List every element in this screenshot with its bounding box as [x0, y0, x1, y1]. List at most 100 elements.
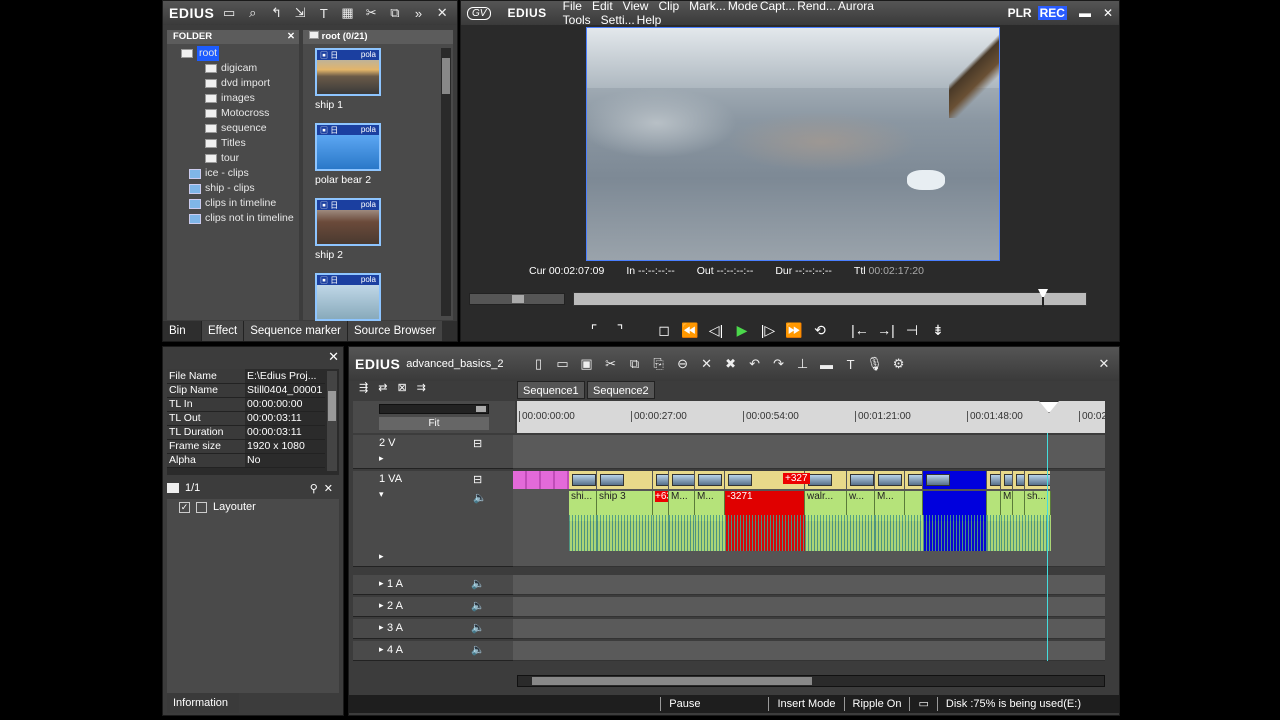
scroll-thumb[interactable]	[442, 58, 450, 94]
stop-icon[interactable]: ◻	[651, 319, 677, 341]
snap-icon[interactable]: ⇉	[417, 381, 426, 399]
razor-icon[interactable]: ⊥	[794, 355, 812, 373]
checkbox-icon[interactable]: ✓	[179, 501, 190, 513]
bin-clip[interactable]: ▣ 日 pola ship 1	[315, 48, 453, 113]
zoom-fit[interactable]: Fit	[379, 417, 489, 430]
menu-item[interactable]: Mode	[728, 0, 758, 13]
prev-edit-icon[interactable]: |←	[847, 319, 873, 341]
video-clip[interactable]	[875, 471, 905, 489]
video-clip[interactable]	[1013, 471, 1025, 489]
track-lock-icon[interactable]: ⊟	[473, 437, 482, 450]
folder-item[interactable]: clips in timeline	[167, 196, 299, 211]
minimize-icon[interactable]: ▬	[1079, 6, 1091, 20]
close-icon[interactable]: ✕	[1103, 6, 1113, 20]
play-icon[interactable]: ▶	[729, 319, 755, 341]
layout-icon[interactable]: ⚲	[310, 482, 318, 495]
delete-icon[interactable]: ✕	[324, 482, 333, 495]
set-out-icon[interactable]: ⌝	[607, 319, 633, 341]
video-clip[interactable]	[1001, 471, 1013, 489]
step-forward-icon[interactable]: |▷	[755, 319, 781, 341]
track-header-audio[interactable]: ▸ 1 A 🔈	[353, 575, 515, 595]
set-in-icon[interactable]: ⌜	[581, 319, 607, 341]
video-clip[interactable]	[987, 471, 1001, 489]
menu-item[interactable]: View	[623, 0, 649, 13]
lane-1va[interactable]: +327 shi...ship 3+63M...M...-3271walr...…	[513, 471, 1105, 567]
cut-icon[interactable]: ✂	[362, 4, 380, 22]
ripple-icon[interactable]: ▬	[818, 355, 836, 373]
lane-audio[interactable]	[513, 597, 1105, 617]
insert-icon[interactable]: ⊣	[899, 319, 925, 341]
video-clip[interactable]	[805, 471, 847, 489]
track-header-audio[interactable]: ▸ 4 A 🔈	[353, 641, 515, 661]
timeline-ruler[interactable]: 00:00:00:00 00:00:27:00 00:00:54:00 00:01:2…	[517, 401, 1105, 433]
undo-icon[interactable]: ↶	[746, 355, 764, 373]
video-clip[interactable]	[905, 471, 923, 489]
expand-icon[interactable]: ▸	[379, 600, 384, 611]
sequence-tab[interactable]: Sequence2	[587, 381, 655, 399]
still-clips[interactable]	[513, 471, 569, 489]
video-clip[interactable]	[923, 471, 987, 489]
menu-item[interactable]: Mark...	[689, 0, 726, 13]
track-header-1va[interactable]: 1 VA ⊟ 🔈 ▾ ▸	[353, 471, 515, 567]
mic-icon[interactable]: 🎙	[866, 355, 884, 373]
up-folder-icon[interactable]: ↰	[268, 4, 286, 22]
step-back-icon[interactable]: ◁|	[703, 319, 729, 341]
expand-icon[interactable]: ▸	[379, 453, 384, 464]
folder-item[interactable]: images	[167, 91, 299, 106]
folder-item[interactable]: sequence	[167, 121, 299, 136]
menu-item[interactable]: Rend...	[797, 0, 836, 13]
sync-icon[interactable]: ⇄	[378, 381, 387, 399]
video-clip[interactable]	[653, 471, 669, 489]
bin-tab[interactable]: Source Browser	[346, 321, 442, 341]
lane-2v[interactable]	[513, 435, 1105, 469]
lane-audio[interactable]	[513, 619, 1105, 639]
video-clip[interactable]	[597, 471, 653, 489]
folder-item[interactable]: ship - clips	[167, 181, 299, 196]
video-clip[interactable]	[569, 471, 597, 489]
position-bar[interactable]	[573, 289, 1087, 307]
plr-button[interactable]: PLR	[1008, 6, 1032, 20]
expand-icon[interactable]: ▸	[379, 578, 384, 589]
fast-forward-icon[interactable]: ⏩	[781, 319, 807, 341]
link-icon[interactable]: ⊖	[674, 355, 692, 373]
rewind-icon[interactable]: ⏪	[677, 319, 703, 341]
video-clip[interactable]	[669, 471, 695, 489]
video-clip[interactable]	[847, 471, 875, 489]
bin-tab[interactable]: Bin	[163, 321, 201, 341]
props-scrollbar[interactable]	[327, 371, 337, 471]
add-color-bars-icon[interactable]: ▦	[339, 4, 357, 22]
paste-icon[interactable]: ⎘	[650, 355, 668, 373]
timeline-hscroll[interactable]	[517, 675, 1105, 687]
bin-tab[interactable]: Sequence marker	[243, 321, 347, 341]
shuttle-slider[interactable]	[469, 293, 565, 305]
expand-icon[interactable]: ▾	[379, 489, 384, 500]
speaker-icon[interactable]: 🔈	[471, 577, 485, 590]
info-tab[interactable]: Information	[167, 693, 239, 713]
menu-item[interactable]: Clip	[658, 0, 679, 13]
folder-item[interactable]: Motocross	[167, 106, 299, 121]
zoom-slider[interactable]	[379, 404, 489, 414]
more-icon[interactable]: »	[410, 4, 428, 22]
next-edit-icon[interactable]: →|	[873, 319, 899, 341]
copy-icon[interactable]: ⧉	[386, 4, 404, 22]
folder-item[interactable]: tour	[167, 151, 299, 166]
menu-item[interactable]: Edit	[592, 0, 613, 13]
lane-audio[interactable]	[513, 641, 1105, 661]
menu-item[interactable]: Capt...	[760, 0, 795, 13]
mode-icon[interactable]: ⇶	[359, 381, 368, 399]
group-icon[interactable]: ⊠	[397, 381, 406, 399]
hscroll-thumb[interactable]	[532, 677, 812, 685]
redo-icon[interactable]: ↷	[770, 355, 788, 373]
bin-clip[interactable]: ▣ 日 pola polar bear 2	[315, 123, 453, 188]
bin-scrollbar[interactable]	[441, 48, 451, 316]
bin-tab[interactable]: Effect	[201, 321, 244, 341]
title-icon[interactable]: T	[842, 355, 860, 373]
track-lock-icon[interactable]: ⊟	[473, 473, 482, 486]
new-sequence-icon[interactable]: ▯	[530, 355, 548, 373]
bin-clip[interactable]: ▣ 日 pola ship 2	[315, 198, 453, 263]
mixer-icon[interactable]: ⚙	[890, 355, 908, 373]
track-header-audio[interactable]: ▸ 3 A 🔈	[353, 619, 515, 639]
open-project-icon[interactable]: ▭	[554, 355, 572, 373]
menu-item[interactable]: Help	[637, 13, 662, 27]
title-icon[interactable]: T	[315, 4, 333, 22]
